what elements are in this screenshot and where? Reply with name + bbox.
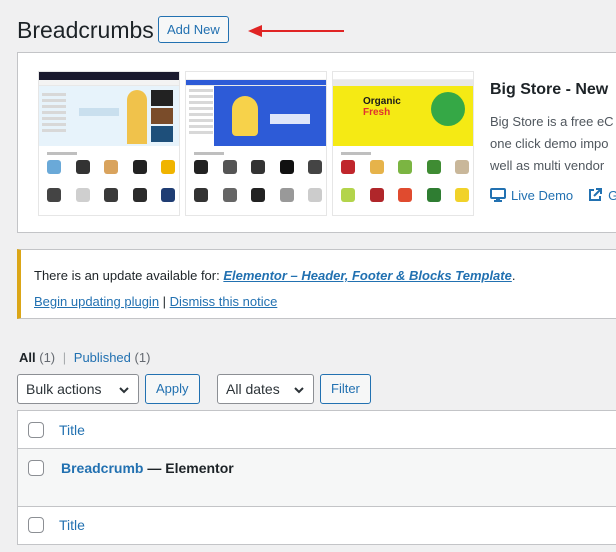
post-title-link[interactable]: Breadcrumb: [61, 460, 143, 476]
notice-suffix: .: [511, 268, 516, 283]
begin-update-link[interactable]: Begin updating plugin: [34, 294, 159, 309]
banner-desc-line: one click demo impo: [490, 136, 609, 151]
filter-published-count: (1): [134, 350, 151, 365]
notice-prefix: There is an update available for:: [34, 268, 224, 283]
plugin-name-link[interactable]: Elementor – Header, Footer & Blocks Temp…: [223, 268, 512, 283]
dismiss-notice-link[interactable]: Dismiss this notice: [170, 294, 278, 309]
filter-all-count: (1): [39, 350, 56, 365]
banner-desc-line: well as multi vendor: [490, 158, 605, 173]
live-demo-label: Live Demo: [511, 187, 574, 203]
theme-screenshots: Organic Fresh: [38, 71, 474, 216]
chevron-down-icon: [119, 387, 129, 394]
filter-separator: |: [62, 350, 67, 365]
banner-title: Big Store - New: [490, 81, 609, 98]
date-filter-value: All dates: [226, 381, 280, 397]
add-new-button[interactable]: Add New: [158, 16, 229, 43]
theme-screenshot-2: [185, 71, 327, 216]
posts-table: Title Breadcrumb — Elementor Title: [17, 410, 616, 545]
notice-message: There is an update available for: Elemen…: [34, 268, 515, 283]
annotation-arrow-icon: [248, 25, 344, 37]
title-column-sort-footer[interactable]: Title: [59, 517, 85, 533]
table-header: Title: [18, 411, 616, 449]
monitor-icon: [490, 188, 506, 202]
row-title: Breadcrumb — Elementor: [61, 460, 234, 476]
live-demo-link[interactable]: Live Demo: [490, 187, 573, 203]
select-all-checkbox-footer[interactable]: [28, 517, 44, 533]
secondary-link[interactable]: G: [587, 187, 616, 203]
filter-all[interactable]: All: [19, 350, 36, 365]
chevron-down-icon: [294, 387, 304, 394]
banner-desc-line: Big Store is a free eC: [490, 114, 614, 129]
banner-links: Live Demo G: [490, 187, 616, 203]
bulk-actions-select[interactable]: Bulk actions: [17, 374, 139, 404]
update-notice: There is an update available for: Elemen…: [17, 249, 616, 319]
page-title: Breadcrumbs: [17, 17, 154, 43]
secondary-link-label: G: [608, 188, 616, 203]
date-filter-select[interactable]: All dates: [217, 374, 314, 404]
table-footer: Title: [18, 506, 616, 544]
filter-button[interactable]: Filter: [320, 374, 371, 404]
shot-text-organic: Organic: [363, 96, 401, 107]
external-link-icon: [589, 188, 603, 201]
filter-published[interactable]: Published: [74, 350, 131, 365]
table-row: Breadcrumb — Elementor: [18, 449, 616, 507]
theme-screenshot-3: Organic Fresh: [332, 71, 474, 216]
banner-description: Big Store is a free eC one click demo im…: [490, 111, 616, 177]
notice-separator: |: [159, 294, 170, 309]
notice-actions: Begin updating plugin | Dismiss this not…: [34, 294, 277, 309]
theme-promo-banner: Organic Fresh Big Store - New Big Store i…: [17, 52, 616, 233]
apply-button[interactable]: Apply: [145, 374, 200, 404]
shot-text-fresh: Fresh: [363, 107, 391, 118]
select-all-checkbox[interactable]: [28, 422, 44, 438]
post-state: — Elementor: [143, 460, 234, 476]
theme-screenshot-1: [38, 71, 180, 216]
bulk-actions-value: Bulk actions: [26, 381, 102, 397]
row-checkbox[interactable]: [28, 460, 44, 476]
title-column-sort[interactable]: Title: [59, 422, 85, 438]
status-filters: All (1) | Published (1): [19, 350, 150, 365]
